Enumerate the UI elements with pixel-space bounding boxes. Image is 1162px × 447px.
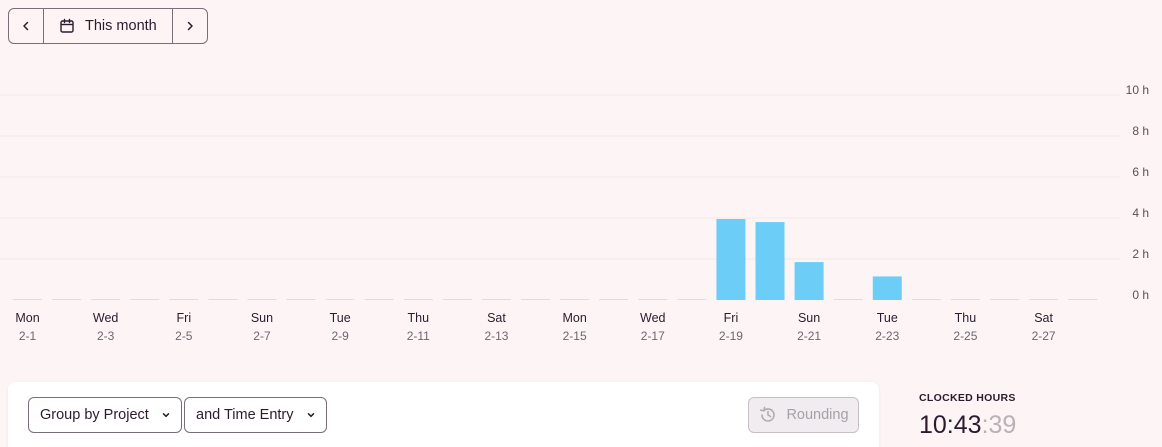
x-day-label: Wed: [640, 311, 666, 325]
reports-page: This month 0 h 2 h 4 h 6 h 8 h 10 h Mon 2-1 Wed…: [0, 0, 1162, 447]
x-date-label: 2-3: [97, 329, 115, 343]
x-date-label: 2-25: [953, 329, 977, 343]
x-date-label: 2-9: [331, 329, 349, 343]
x-date-label: 2-7: [253, 329, 271, 343]
daily-hours-bar-chart: 0 h 2 h 4 h 6 h 8 h 10 h Mon 2-1 Wed 2-3 Fri 2-5 Su…: [0, 83, 1149, 343]
x-day-label: Fri: [177, 311, 192, 325]
x-date-label: 2-13: [484, 329, 508, 343]
bar-2-23[interactable]: [872, 276, 902, 300]
x-date-label: 2-11: [407, 329, 430, 343]
x-day-label: Sat: [1034, 311, 1053, 325]
x-day-label: Sat: [487, 311, 506, 325]
clocked-hours-summary: CLOCKED HOURS 10:43:39: [919, 392, 1016, 440]
bar-2-20[interactable]: [755, 222, 785, 300]
y-tick-label: 4 h: [1132, 206, 1149, 220]
clocked-seconds: :39: [981, 411, 1017, 439]
x-date-label: 2-17: [641, 329, 665, 343]
x-day-label: Wed: [93, 311, 119, 325]
group-by-label: Group by Project: [40, 407, 149, 423]
y-tick-label: 6 h: [1132, 165, 1149, 179]
x-day-label: Tue: [877, 311, 898, 325]
bar-2-21[interactable]: [794, 262, 824, 300]
chevron-right-icon: [187, 21, 193, 31]
x-day-label: Thu: [408, 311, 430, 325]
group-by-dropdown[interactable]: Group by Project: [28, 397, 182, 433]
date-range-picker-button[interactable]: This month: [44, 9, 172, 43]
chevron-down-icon: [162, 413, 170, 418]
x-day-label: Fri: [724, 311, 739, 325]
clocked-hours-label: CLOCKED HOURS: [919, 392, 1016, 404]
y-tick-label: 0 h: [1132, 288, 1149, 302]
calendar-icon: [60, 18, 74, 33]
x-date-label: 2-23: [875, 329, 899, 343]
x-day-label: Tue: [330, 311, 351, 325]
next-period-button[interactable]: [171, 9, 207, 43]
subgroup-label: and Time Entry: [196, 407, 294, 423]
x-date-label: 2-15: [563, 329, 587, 343]
x-day-label: Thu: [955, 311, 977, 325]
date-range-label: This month: [85, 18, 157, 34]
previous-period-button[interactable]: [9, 9, 44, 43]
chevron-down-icon: [307, 413, 314, 418]
x-day-label: Sun: [251, 311, 273, 325]
x-date-label: 2-27: [1032, 329, 1056, 343]
y-tick-label: 10 h: [1126, 83, 1149, 97]
rounding-button[interactable]: Rounding: [748, 397, 859, 433]
y-tick-label: 8 h: [1132, 124, 1149, 138]
bar-2-19[interactable]: [716, 219, 746, 300]
x-date-label: 2-1: [19, 329, 37, 343]
x-day-label: Sun: [798, 311, 820, 325]
y-tick-label: 2 h: [1132, 247, 1149, 261]
x-day-label: Mon: [15, 311, 39, 325]
clocked-hours-value: 10:43:39: [919, 411, 1016, 440]
date-range-nav: This month: [8, 8, 208, 44]
history-icon: [760, 406, 776, 422]
clocked-hours-minutes: 10:43: [919, 411, 982, 439]
subgroup-dropdown[interactable]: and Time Entry: [184, 397, 327, 433]
rounding-label: Rounding: [786, 407, 849, 423]
x-date-label: 2-5: [175, 329, 193, 343]
x-day-label: Mon: [562, 311, 586, 325]
chevron-left-icon: [23, 21, 29, 31]
x-date-label: 2-19: [719, 329, 743, 343]
x-date-label: 2-21: [797, 329, 821, 343]
report-controls-panel: Group by Project and Time Entry Rounding: [8, 382, 879, 447]
